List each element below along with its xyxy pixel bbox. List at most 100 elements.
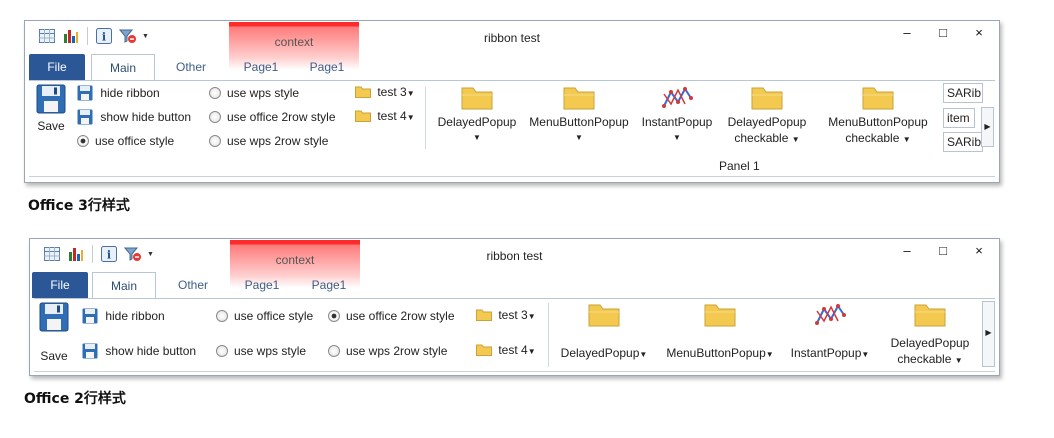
tab-main[interactable]: Main [91,54,155,81]
use-office-style-radio[interactable]: use office style [216,309,313,323]
save-button[interactable]: Save [38,302,70,364]
menu-button-popup-checkable-label: MenuButtonPopup [828,115,928,129]
chevron-down-icon: ▼ [473,133,481,142]
scroll-right-button[interactable]: ▶ [982,301,995,367]
save-label: Save [40,349,68,363]
radio-selected [77,135,89,147]
chevron-down-icon: ▼ [954,356,963,365]
close-button[interactable]: × [969,243,989,258]
tab-page1-second[interactable]: Page1 [296,272,362,298]
use-wps-style-radio[interactable]: use wps style [209,86,299,100]
tab-page1[interactable]: Page1 [230,272,294,298]
folder-icon [476,309,492,321]
chevron-down-icon: ▼ [791,135,800,144]
ribbon-panel-area: Save hide ribbon show hide button use of… [29,80,995,177]
delayed-popup-button[interactable]: DelayedPopup ▼ [431,84,523,146]
folder-icon [862,87,894,110]
delayed-popup-checkable-label: DelayedPopup [890,336,970,350]
chevron-down-icon: ▼ [575,133,583,142]
show-hide-button[interactable]: show hide button [77,109,191,125]
folder-icon [751,87,783,110]
test3-button[interactable]: test 3▼ [355,85,415,99]
scroll-right-button[interactable]: ▶ [981,107,994,147]
close-button[interactable]: × [969,25,989,40]
floppy-icon [77,85,93,101]
show-hide-button[interactable]: show hide button [82,343,196,359]
maximize-button[interactable]: □ [933,25,953,40]
delayed-popup-button[interactable]: DelayedPopup▼ [552,301,656,363]
hide-ribbon-label: hide ribbon [105,309,165,323]
use-office-style-label: use office style [95,134,175,148]
minimize-button[interactable]: – [897,243,917,258]
menu-button-popup-button[interactable]: MenuButtonPopup▼ [658,301,782,363]
use-office-style-radio[interactable]: use office style [77,134,174,148]
test3-label: test 3 [498,308,528,322]
minimize-button[interactable]: – [897,25,917,40]
use-wps-2row-style-radio[interactable]: use wps 2row style [209,134,328,148]
floppy-icon [36,84,66,114]
test4-button[interactable]: test 4▼ [476,343,536,357]
menu-button-popup-label: MenuButtonPopup [529,115,629,129]
ribbon-window-office3: i ▼ context ribbon test – □ × File Main … [24,20,1000,183]
tab-page1[interactable]: Page1 [229,54,293,80]
test3-button[interactable]: test 3▼ [476,308,536,322]
floppy-icon [39,302,69,332]
hide-ribbon-button[interactable]: hide ribbon [77,85,160,101]
use-wps-style-label: use wps style [227,86,300,100]
folder-icon [355,110,371,122]
radio-unselected [209,135,221,147]
use-wps-2row-style-label: use wps 2row style [227,134,329,148]
hide-ribbon-button[interactable]: hide ribbon [82,308,165,324]
menu-button-popup-checkable-button[interactable]: MenuButtonPopup checkable ▼ [819,84,937,148]
folder-icon [563,87,595,110]
folder-icon [588,304,620,327]
tab-file[interactable]: File [32,272,88,298]
text-input[interactable]: SARib [943,132,983,152]
save-button[interactable]: Save [35,84,67,134]
line-chart-icon [815,304,846,325]
maximize-button[interactable]: □ [933,243,953,258]
tab-other[interactable]: Other [164,272,222,298]
use-wps-style-radio[interactable]: use wps style [216,344,306,358]
folder-icon [704,304,736,327]
ribbon-panel-area: Save hide ribbon show hide button use of… [34,298,995,372]
chevron-down-icon: ▼ [765,350,774,359]
use-wps-2row-style-label: use wps 2row style [346,344,448,358]
radio-unselected [216,345,228,357]
hide-ribbon-label: hide ribbon [100,86,160,100]
tab-file[interactable]: File [29,54,85,80]
show-hide-label: show hide button [100,110,192,124]
menu-button-popup-button[interactable]: MenuButtonPopup ▼ [523,84,635,146]
test3-label: test 3 [377,85,407,99]
delayed-popup-checkable-button[interactable]: DelayedPopup checkable ▼ [719,84,815,148]
chevron-down-icon: ▼ [902,135,911,144]
tab-other[interactable]: Other [163,54,219,80]
ribbon-window-office2: i ▼ context ribbon test – □ × File Main … [29,238,1000,376]
delayed-popup-label: DelayedPopup [437,115,517,129]
line-chart-icon [662,87,693,108]
menu-button-popup-label: MenuButtonPopup [666,346,766,360]
delayed-popup-checkable-label: DelayedPopup [727,115,807,129]
tab-page1-second[interactable]: Page1 [295,54,359,80]
window-controls: – □ × [897,243,989,258]
instant-popup-label: InstantPopup [790,346,862,360]
group-separator [548,303,549,367]
instant-popup-label: InstantPopup [641,115,713,129]
text-input[interactable]: SARib [943,83,983,103]
radio-unselected [328,345,340,357]
use-office-2row-style-radio[interactable]: use office 2row style [209,110,336,124]
delayed-popup-checkable-button[interactable]: DelayedPopup checkable ▼ [880,301,980,369]
checkable-label: checkable [845,131,900,145]
use-office-2row-style-radio[interactable]: use office 2row style [328,309,455,323]
chevron-down-icon: ▼ [527,347,536,356]
use-wps-2row-style-radio[interactable]: use wps 2row style [328,344,447,358]
tab-main[interactable]: Main [92,272,156,299]
test4-label: test 4 [377,109,407,123]
window-title: ribbon test [483,31,541,45]
item-input[interactable]: item [943,108,975,128]
chevron-down-icon: ▼ [406,89,415,98]
instant-popup-button[interactable]: InstantPopup ▼ [635,84,719,146]
folder-icon [914,304,946,327]
test4-button[interactable]: test 4▼ [355,109,415,123]
instant-popup-button[interactable]: InstantPopup▼ [784,301,876,363]
